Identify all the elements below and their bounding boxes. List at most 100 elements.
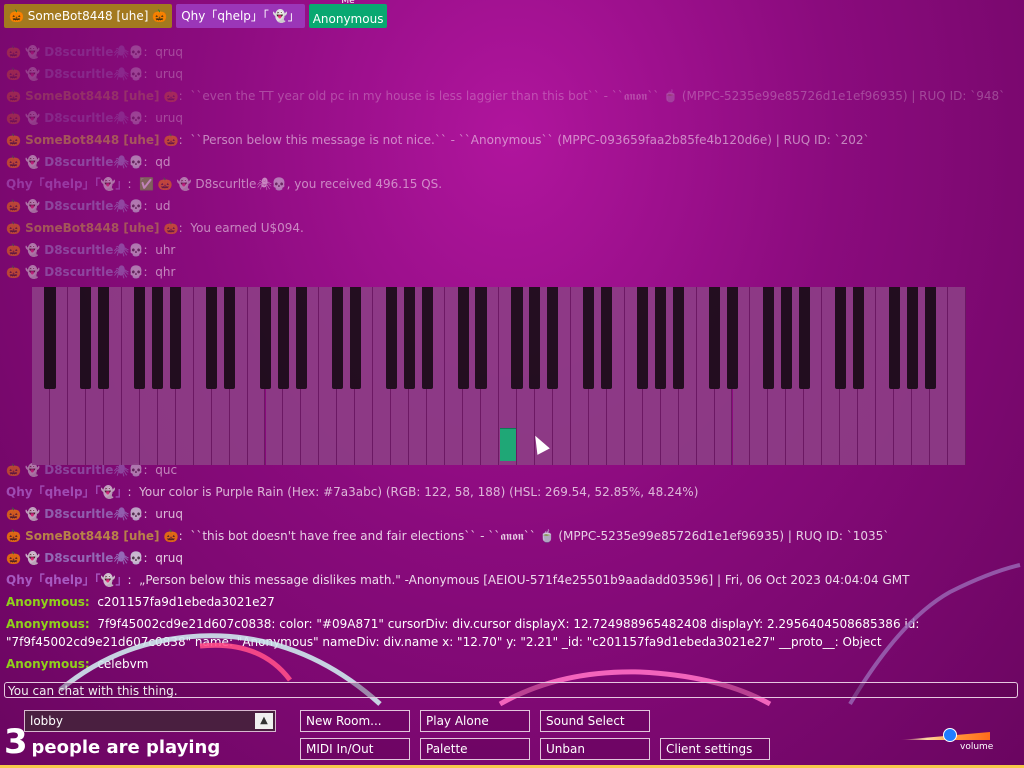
chat-text: qd	[155, 155, 171, 169]
chat-text: "7f9f45002cd9e21d607c0838" name: "Anonym…	[6, 635, 882, 649]
black-key[interactable]	[206, 287, 218, 389]
black-key[interactable]	[331, 287, 343, 389]
piano-keyboard[interactable]	[32, 287, 966, 465]
black-key[interactable]	[583, 287, 595, 389]
black-key[interactable]	[529, 287, 541, 389]
black-key[interactable]	[834, 287, 846, 389]
room-expand-arrow-icon[interactable]: ▲	[255, 713, 273, 729]
chat-text: ✅ 🎃 👻 D8scurltle🕷💀, you received 496.15 …	[139, 177, 443, 191]
black-key[interactable]	[457, 287, 469, 389]
midi-button[interactable]: MIDI In/Out	[300, 738, 410, 760]
participant-qhy[interactable]: Qhy「qhelp」「 👻」	[176, 4, 305, 28]
new-room-button[interactable]: New Room...	[300, 710, 410, 732]
chat-sender: 🎃 👻 D8scurltle🕷💀	[6, 243, 144, 257]
ghost-icon: 👻」	[272, 9, 300, 23]
black-key[interactable]	[906, 287, 918, 389]
chat-message: Anonymous: celebvm	[6, 654, 148, 674]
black-key[interactable]	[511, 287, 523, 389]
chat-message: Qhy「qhelp」「👻」: „Person below this messag…	[6, 573, 910, 587]
black-key[interactable]	[224, 287, 236, 389]
participant-me[interactable]: Me Anonymous	[308, 0, 388, 28]
black-key[interactable]	[655, 287, 667, 389]
participant-somebot[interactable]: 🎃 SomeBot8448 [uhe] 🎃	[4, 4, 173, 28]
black-key[interactable]	[403, 287, 415, 389]
chat-message: Anonymous: c201157fa9d1ebeda3021e27	[6, 592, 275, 612]
unban-button[interactable]: Unban	[540, 738, 650, 760]
participant-list: 🎃 SomeBot8448 [uhe] 🎃 Qhy「qhelp」「 👻」 Me …	[4, 0, 388, 30]
black-key[interactable]	[44, 287, 56, 389]
black-key[interactable]	[798, 287, 810, 389]
volume-knob[interactable]	[942, 728, 957, 742]
black-key[interactable]	[475, 287, 487, 389]
chat-message: 🎃 👻 D8scurltle🕷💀: uruq	[6, 67, 183, 81]
chat-text: uruq	[155, 111, 183, 125]
participant-name: SomeBot8448 [uhe]	[27, 9, 149, 23]
black-key[interactable]	[888, 287, 900, 389]
chat-message-continued: "7f9f45002cd9e21d607c0838" name: "Anonym…	[6, 632, 882, 652]
chat-input[interactable]: You can chat with this thing.	[4, 682, 1018, 698]
chat-message: 🎃 SomeBot8448 [uhe] 🎃: You earned U$094.	[6, 221, 304, 235]
chat-message: 🎃 👻 D8scurltle🕷💀: uruq	[6, 111, 183, 125]
black-key[interactable]	[80, 287, 92, 389]
black-key[interactable]	[385, 287, 397, 389]
black-key[interactable]	[295, 287, 307, 389]
black-key[interactable]	[277, 287, 290, 389]
black-key[interactable]	[259, 287, 272, 389]
volume-label: volume	[960, 742, 994, 752]
chat-sender: 🎃 SomeBot8448 [uhe] 🎃	[6, 221, 179, 235]
black-key[interactable]	[726, 287, 739, 389]
black-key[interactable]	[601, 287, 613, 389]
chat-sender: 🎃 SomeBot8448 [uhe] 🎃	[6, 89, 179, 103]
chat-message: 🎃 SomeBot8448 [uhe] 🎃: ``this bot doesn'…	[6, 529, 890, 543]
participant-name: Qhy「qhelp」「	[181, 9, 269, 23]
black-key[interactable]	[421, 287, 433, 389]
chat-text: uhr	[155, 243, 176, 257]
chat-sender: 🎃 👻 D8scurltle🕷💀	[6, 111, 144, 125]
chat-message: 🎃 SomeBot8448 [uhe] 🎃: ``even the TT yea…	[6, 89, 1006, 103]
chat-sender: 🎃 👻 D8scurltle🕷💀	[6, 265, 144, 279]
chat-text: You earned U$094.	[190, 221, 304, 235]
chat-sender: 🎃 SomeBot8448 [uhe] 🎃	[6, 529, 179, 543]
chat-sender: Anonymous:	[6, 657, 90, 671]
chat-sender: Qhy「qhelp」「👻」	[6, 177, 128, 191]
black-key[interactable]	[708, 287, 721, 389]
sound-select-button[interactable]: Sound Select	[540, 710, 650, 732]
white-key[interactable]	[948, 287, 966, 465]
chat-text: qhr	[155, 265, 176, 279]
black-key[interactable]	[152, 287, 164, 389]
black-key[interactable]	[673, 287, 685, 389]
chat-sender: Anonymous:	[6, 595, 90, 609]
chat-sender: Anonymous:	[6, 617, 90, 631]
black-key[interactable]	[98, 287, 110, 389]
chat-sender: 🎃 👻 D8scurltle🕷💀	[6, 507, 144, 521]
chat-sender: 🎃 👻 D8scurltle🕷💀	[6, 463, 144, 477]
chat-message: 🎃 👻 D8scurltle🕷💀: uruq	[6, 507, 183, 521]
black-key[interactable]	[170, 287, 182, 389]
black-key[interactable]	[762, 287, 774, 389]
volume-slider[interactable]: volume	[896, 726, 1000, 752]
play-alone-button[interactable]: Play Alone	[420, 710, 530, 732]
participant-name: Anonymous	[312, 12, 384, 26]
chat-text: ``this bot doesn't have free and fair el…	[190, 529, 890, 543]
pressed-key-indicator	[500, 428, 516, 461]
palette-button[interactable]: Palette	[420, 738, 530, 760]
black-key[interactable]	[547, 287, 559, 389]
chat-sender: 🎃 👻 D8scurltle🕷💀	[6, 199, 144, 213]
chat-text: „Person below this message dislikes math…	[139, 573, 910, 587]
chat-text: celebvm	[97, 657, 149, 671]
black-key[interactable]	[637, 287, 649, 389]
pumpkin-icon: 🎃	[152, 9, 168, 23]
client-settings-button[interactable]: Client settings	[660, 738, 770, 760]
black-key[interactable]	[349, 287, 361, 389]
pumpkin-icon: 🎃	[9, 9, 24, 23]
chat-message: 🎃 SomeBot8448 [uhe] 🎃: ``Person below th…	[6, 133, 870, 147]
black-key[interactable]	[924, 287, 936, 389]
chat-message: 🎃 👻 D8scurltle🕷💀: uhr	[6, 243, 176, 257]
chat-sender: 🎃 👻 D8scurltle🕷💀	[6, 155, 144, 169]
chat-sender: 🎃 👻 D8scurltle🕷💀	[6, 551, 144, 565]
black-key[interactable]	[134, 287, 146, 389]
chat-sender: 🎃 👻 D8scurltle🕷💀	[6, 67, 144, 81]
chat-message: Qhy「qhelp」「👻」: Your color is Purple Rain…	[6, 485, 699, 499]
black-key[interactable]	[780, 287, 792, 389]
black-key[interactable]	[852, 287, 864, 389]
